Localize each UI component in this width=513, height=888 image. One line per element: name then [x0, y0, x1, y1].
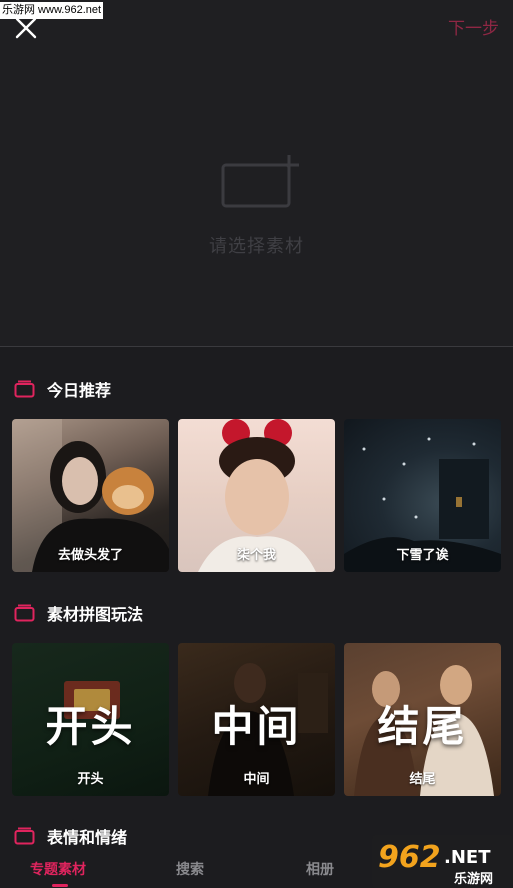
- section-title: 表情和情绪: [47, 828, 128, 847]
- folder-icon: [14, 827, 35, 845]
- card-label: 中间: [243, 772, 270, 787]
- material-card[interactable]: 去做头发了: [12, 419, 169, 572]
- divider: [0, 346, 513, 347]
- folder-icon: [14, 380, 35, 398]
- add-material-icon[interactable]: [220, 153, 302, 209]
- material-card[interactable]: 结尾 结尾: [344, 643, 501, 796]
- card-label: 去做头发了: [57, 548, 123, 563]
- card-label: 下雪了诶: [396, 548, 449, 563]
- close-icon[interactable]: [14, 16, 38, 40]
- material-card[interactable]: 中间 中间: [178, 643, 335, 796]
- tab-search[interactable]: 搜索: [176, 859, 204, 879]
- active-tab-indicator: [52, 884, 68, 887]
- card-overlay-title: 中间: [211, 702, 302, 751]
- material-card[interactable]: 柒个我: [178, 419, 335, 572]
- card-overlay-title: 开头: [45, 702, 136, 751]
- card-overlay-title: 结尾: [377, 702, 468, 751]
- card-label: 开头: [77, 772, 104, 787]
- folder-icon: [14, 604, 35, 622]
- section-header-today: 今日推荐: [14, 378, 111, 400]
- material-card[interactable]: 开头 开头: [12, 643, 169, 796]
- site-logo: 962 .NET 乐游网: [372, 835, 513, 888]
- section-header-collage: 素材拼图玩法: [14, 602, 143, 624]
- tab-topic-materials[interactable]: 专题素材: [30, 859, 86, 879]
- section-title: 素材拼图玩法: [47, 605, 144, 624]
- section-title: 今日推荐: [47, 381, 112, 400]
- card-label: 结尾: [409, 772, 436, 787]
- section-header-emotions: 表情和情绪: [14, 825, 127, 847]
- select-material-prompt: 请选择素材: [209, 236, 304, 257]
- logo-subtitle: 乐游网: [454, 871, 493, 887]
- card-label: 柒个我: [236, 548, 276, 563]
- logo-number: 962: [378, 840, 441, 875]
- tab-album[interactable]: 相册: [306, 859, 334, 879]
- next-step-button[interactable]: 下一步: [448, 14, 499, 39]
- logo-suffix: .NET: [444, 847, 491, 868]
- material-card[interactable]: 下雪了诶: [344, 419, 501, 572]
- preview-area: 乐游网 www.962.net 下一步 请选择素材: [0, 0, 513, 347]
